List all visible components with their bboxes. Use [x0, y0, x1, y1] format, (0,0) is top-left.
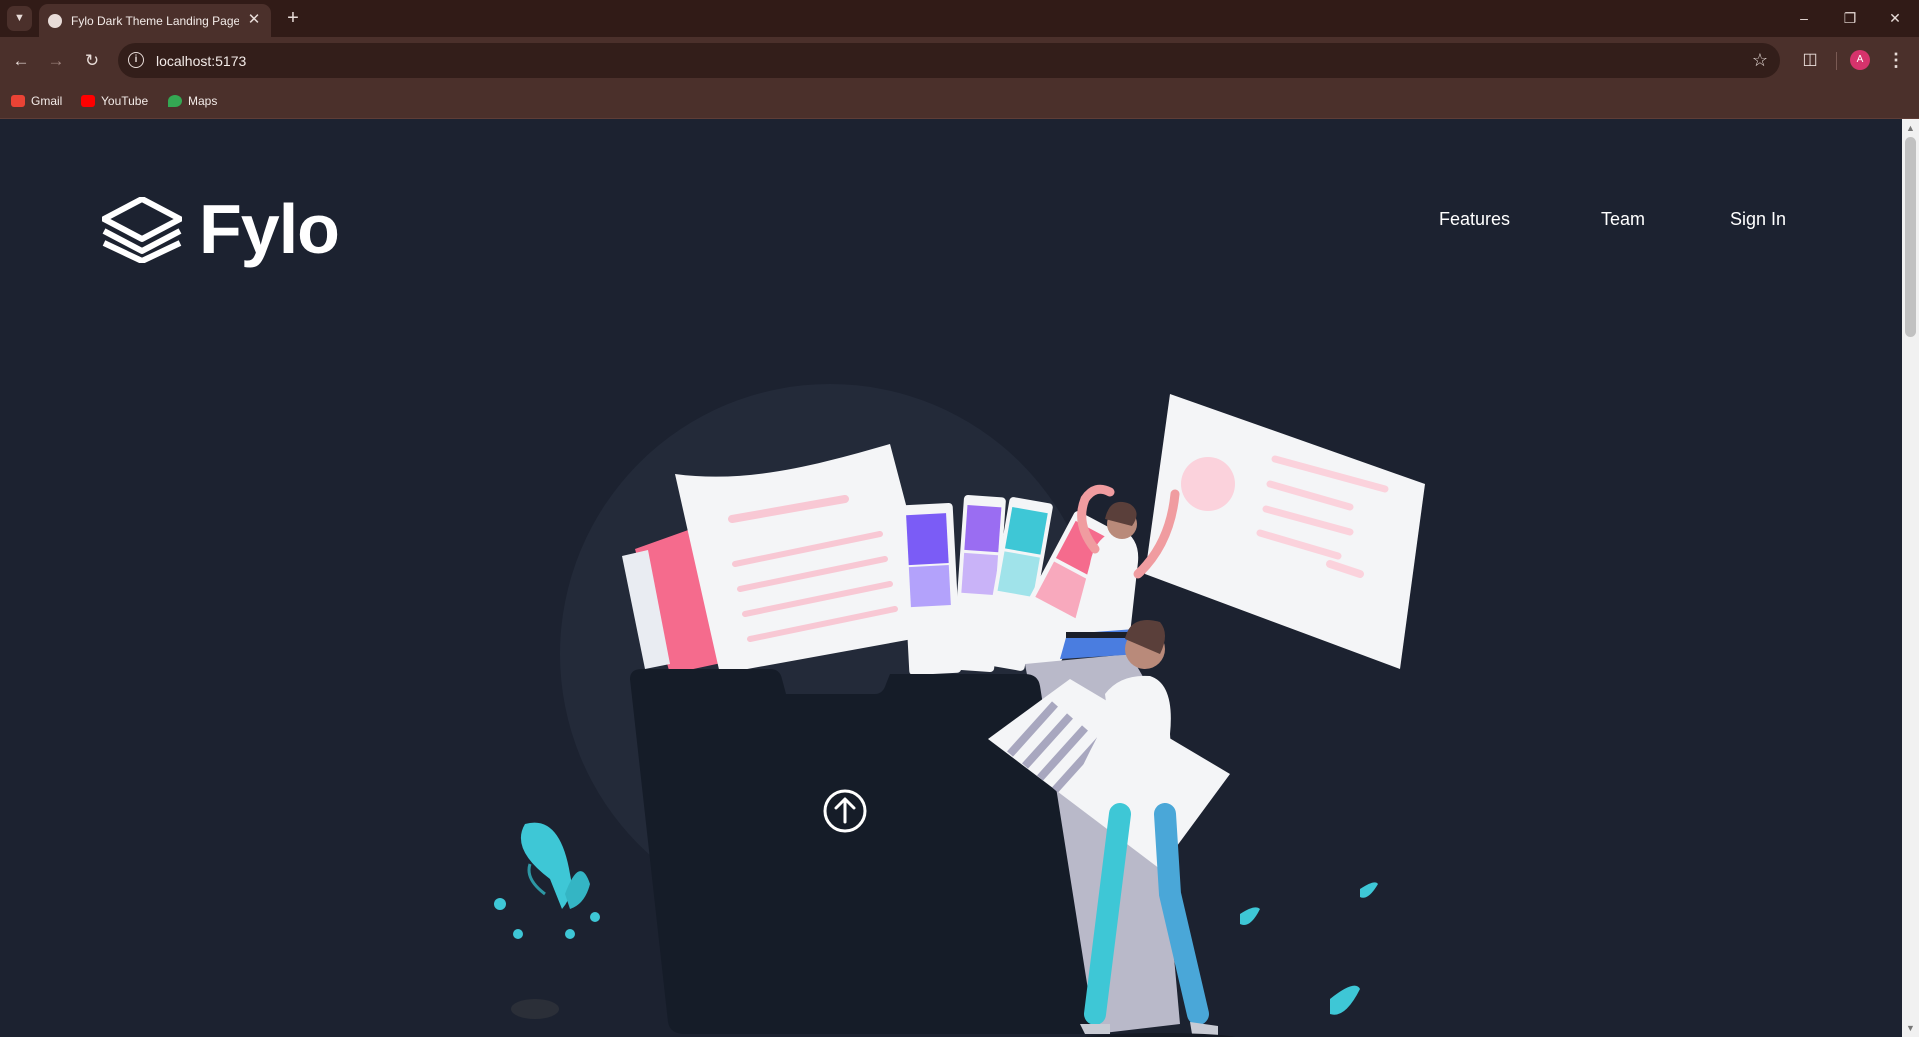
youtube-icon: [81, 95, 95, 107]
leaf-decoration: [1240, 907, 1260, 925]
brand-name: Fylo: [199, 190, 340, 268]
hero-illustration: [494, 384, 1425, 1037]
nav-link-features[interactable]: Features: [1439, 208, 1510, 230]
page-viewport: Fylo Features Team Sign In: [0, 119, 1902, 1037]
bookmark-label: Gmail: [31, 94, 63, 108]
tab-strip: ▼ Fylo Dark Theme Landing Page ✕ + – ❐ ✕: [0, 0, 1919, 37]
extensions-icon[interactable]: ◫: [1797, 47, 1823, 73]
gmail-icon: [11, 95, 25, 107]
avatar[interactable]: A: [1850, 50, 1870, 70]
layers-logo-icon: [102, 197, 182, 263]
close-icon[interactable]: ✕: [245, 11, 263, 29]
kebab-menu-icon[interactable]: ⋮: [1884, 47, 1908, 73]
nav-link-sign-in[interactable]: Sign In: [1730, 208, 1786, 230]
site-logo[interactable]: Fylo: [102, 189, 342, 269]
url-text[interactable]: localhost:5173: [156, 52, 246, 70]
tab-list-icon[interactable]: ▼: [7, 6, 32, 31]
toolbar-divider: [1836, 52, 1837, 70]
bookmark-label: Maps: [188, 94, 218, 108]
window-close-icon[interactable]: ✕: [1880, 6, 1910, 30]
browser-toolbar: ← → ↻ i localhost:5173 ☆ ◫ A ⋮: [0, 37, 1919, 84]
leaf-decoration: [1360, 882, 1378, 898]
scroll-thumb[interactable]: [1905, 137, 1916, 337]
bookmark-gmail[interactable]: Gmail: [11, 92, 62, 110]
nav-link-team[interactable]: Team: [1601, 208, 1645, 230]
scroll-up-icon[interactable]: ▲: [1902, 121, 1919, 135]
browser-chrome: ▼ Fylo Dark Theme Landing Page ✕ + – ❐ ✕…: [0, 0, 1919, 119]
info-icon[interactable]: i: [128, 52, 144, 68]
plus-icon[interactable]: +: [282, 7, 304, 29]
scroll-down-icon[interactable]: ▼: [1902, 1021, 1919, 1035]
back-icon[interactable]: ←: [7, 47, 35, 75]
bookmarks-bar: Gmail YouTube Maps: [0, 84, 1919, 119]
floating-card: [1145, 394, 1425, 669]
leaf-decoration: [1330, 985, 1360, 1015]
browser-tab[interactable]: Fylo Dark Theme Landing Page ✕: [39, 4, 271, 37]
bookmark-maps[interactable]: Maps: [168, 92, 217, 110]
forward-icon[interactable]: →: [42, 47, 70, 75]
address-bar[interactable]: i localhost:5173 ☆: [118, 43, 1780, 78]
tab-title: Fylo Dark Theme Landing Page: [71, 14, 239, 28]
bookmark-youtube[interactable]: YouTube: [81, 92, 148, 110]
bookmark-label: YouTube: [101, 94, 149, 108]
restore-icon[interactable]: ❐: [1835, 6, 1865, 30]
star-icon[interactable]: ☆: [1752, 49, 1768, 71]
plant-decoration: [494, 822, 600, 1019]
page-scrollbar[interactable]: ▲ ▼: [1902, 119, 1919, 1037]
tab-favicon-icon: [48, 14, 62, 28]
reload-icon[interactable]: ↻: [78, 47, 106, 75]
minimize-icon[interactable]: –: [1789, 6, 1819, 30]
maps-icon: [168, 95, 182, 107]
